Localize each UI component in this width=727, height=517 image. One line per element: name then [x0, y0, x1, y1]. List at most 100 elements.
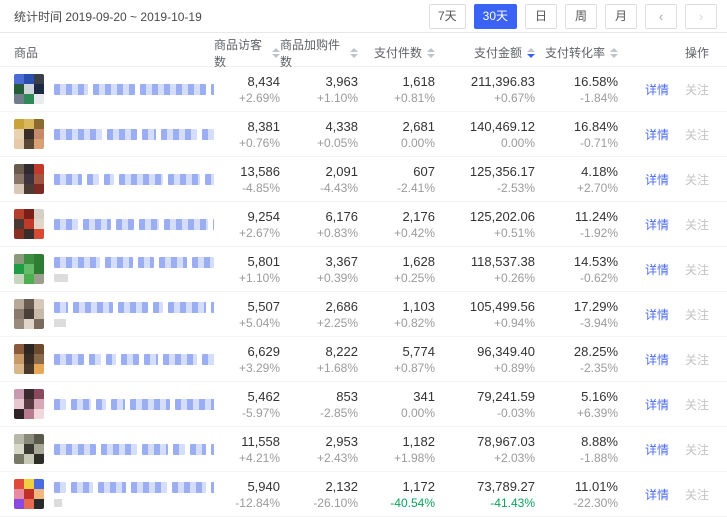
follow-link[interactable]: 关注	[685, 486, 709, 503]
metric-change: +0.83%	[280, 225, 358, 241]
product-thumbnail[interactable]	[14, 389, 44, 419]
follow-link[interactable]: 关注	[685, 216, 709, 233]
product-name-blur	[54, 444, 214, 455]
detail-link[interactable]: 详情	[645, 126, 669, 143]
column-header-2[interactable]: 商品加购件数	[280, 36, 358, 70]
sort-icon[interactable]	[527, 48, 535, 58]
detail-link[interactable]: 详情	[645, 306, 669, 323]
follow-link[interactable]: 关注	[685, 171, 709, 188]
column-label: 商品访客数	[214, 36, 267, 70]
pager-next-button[interactable]: ›	[685, 4, 717, 29]
column-header-4[interactable]: 支付金额	[435, 44, 535, 61]
sort-icon[interactable]	[350, 48, 358, 58]
product-thumbnail[interactable]	[14, 254, 44, 284]
follow-link[interactable]: 关注	[685, 126, 709, 143]
detail-link[interactable]: 详情	[645, 171, 669, 188]
range-button-1[interactable]: 30天	[474, 4, 517, 29]
metric-value: 3,367	[280, 253, 358, 270]
detail-link[interactable]: 详情	[645, 396, 669, 413]
detail-link[interactable]: 详情	[645, 81, 669, 98]
product-thumbnail[interactable]	[14, 74, 44, 104]
column-label: 商品加购件数	[280, 36, 345, 70]
metric-conversion-rate: 4.18%+2.70%	[535, 163, 618, 196]
product-thumbnail[interactable]	[14, 434, 44, 464]
product-name-link[interactable]	[54, 444, 214, 455]
column-label: 支付转化率	[545, 44, 605, 61]
metric-paid-amount: 79,241.59-0.03%	[435, 388, 535, 421]
metric-change: -2.85%	[280, 405, 358, 421]
detail-link[interactable]: 详情	[645, 486, 669, 503]
follow-link[interactable]: 关注	[685, 396, 709, 413]
metric-change: +0.25%	[358, 270, 435, 286]
metric-value: 1,182	[358, 433, 435, 450]
sort-icon[interactable]	[610, 48, 618, 58]
table-row: 8,381+0.76%4,338+0.05%2,6810.00%140,469.…	[0, 112, 727, 157]
sort-icon[interactable]	[427, 48, 435, 58]
metric-change: -0.71%	[535, 135, 618, 151]
product-name-link[interactable]	[54, 482, 214, 507]
product-analytics-page: 统计时间 2019-09-20 ~ 2019-10-19 7天30天日周月‹› …	[0, 0, 727, 515]
metric-change: +0.81%	[358, 90, 435, 106]
metric-change: +2.25%	[280, 315, 358, 331]
product-name-link[interactable]	[54, 219, 214, 230]
metric-value: 2,686	[280, 298, 358, 315]
product-name-blur	[54, 129, 214, 140]
detail-link[interactable]: 详情	[645, 351, 669, 368]
metric-value: 5,940	[214, 478, 280, 495]
metric-value: 8,381	[214, 118, 280, 135]
metric-value: 2,132	[280, 478, 358, 495]
metric-change: -3.94%	[535, 315, 618, 331]
product-name-blur	[54, 174, 214, 185]
product-name-link[interactable]	[54, 129, 214, 140]
product-name-link[interactable]	[54, 354, 214, 365]
metric-value: 3,963	[280, 73, 358, 90]
follow-link[interactable]: 关注	[685, 441, 709, 458]
follow-link[interactable]: 关注	[685, 261, 709, 278]
actions-cell: 详情关注	[618, 126, 727, 143]
metric-value: 9,254	[214, 208, 280, 225]
column-header-3[interactable]: 支付件数	[358, 44, 435, 61]
product-thumbnail[interactable]	[14, 344, 44, 374]
follow-link[interactable]: 关注	[685, 351, 709, 368]
range-button-2[interactable]: 日	[525, 4, 557, 29]
metric-change: 0.00%	[358, 135, 435, 151]
product-thumbnail[interactable]	[14, 479, 44, 509]
product-thumbnail[interactable]	[14, 119, 44, 149]
metric-change: +0.05%	[280, 135, 358, 151]
actions-cell: 详情关注	[618, 396, 727, 413]
pager-prev-button[interactable]: ‹	[645, 4, 677, 29]
metric-add-cart-items: 2,686+2.25%	[280, 298, 358, 331]
range-button-0[interactable]: 7天	[429, 4, 466, 29]
product-name-link[interactable]	[54, 257, 214, 282]
metric-value: 78,967.03	[435, 433, 535, 450]
topbar: 统计时间 2019-09-20 ~ 2019-10-19 7天 30天日周月 ‹ ›	[0, 0, 727, 33]
range-button-4[interactable]: 月	[605, 4, 637, 29]
product-cell	[14, 254, 214, 284]
product-name-link[interactable]	[54, 84, 214, 95]
follow-link[interactable]: 关注	[685, 306, 709, 323]
column-header-5[interactable]: 支付转化率	[535, 44, 618, 61]
metric-visitors: 5,462-5.97%	[214, 388, 280, 421]
product-thumbnail[interactable]	[14, 164, 44, 194]
detail-link[interactable]: 详情	[645, 216, 669, 233]
table-body: 8,434+2.69%3,963+1.10%1,618+0.81%211,396…	[0, 67, 727, 517]
product-thumbnail[interactable]	[14, 299, 44, 329]
product-name-link[interactable]	[54, 174, 214, 185]
range-button-3[interactable]: 周	[565, 4, 597, 29]
metric-change: -1.88%	[535, 450, 618, 466]
metric-paid-items: 1,182+1.98%	[358, 433, 435, 466]
metric-value: 1,618	[358, 73, 435, 90]
metric-paid-items: 607-2.41%	[358, 163, 435, 196]
metric-paid-items: 1,618+0.81%	[358, 73, 435, 106]
metric-value: 125,356.17	[435, 163, 535, 180]
product-name-link[interactable]	[54, 302, 214, 327]
table-row: 6,629+3.29%8,222+1.68%5,774+0.87%96,349.…	[0, 337, 727, 382]
detail-link[interactable]: 详情	[645, 441, 669, 458]
detail-link[interactable]: 详情	[645, 261, 669, 278]
column-header-1[interactable]: 商品访客数	[214, 36, 280, 70]
product-name-link[interactable]	[54, 399, 214, 410]
follow-link[interactable]: 关注	[685, 81, 709, 98]
sort-icon[interactable]	[272, 48, 280, 58]
product-thumbnail[interactable]	[14, 209, 44, 239]
stats-time-label: 统计时间 2019-09-20 ~ 2019-10-19	[14, 8, 202, 25]
